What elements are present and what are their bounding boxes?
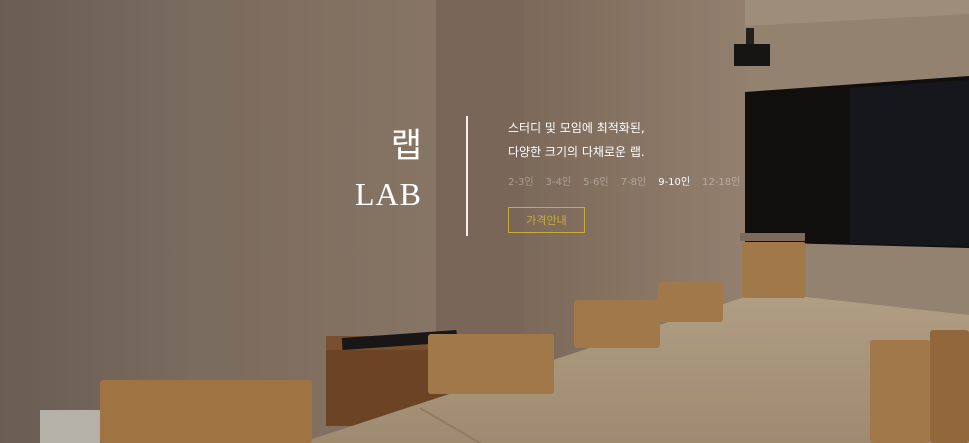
tagline-line-2: 다양한 크기의 다채로운 랩. — [508, 145, 645, 159]
price-info-button[interactable]: 가격안내 — [508, 207, 585, 233]
room-size-tab[interactable]: 7-8인 — [621, 176, 647, 190]
room-size-tab[interactable]: 3-4인 — [546, 176, 572, 190]
room-size-tab[interactable]: 12-18인 — [702, 176, 740, 190]
room-photo — [0, 0, 969, 443]
hero-section: 랩 LAB 스터디 및 모임에 최적화된, 다양한 크기의 다채로운 랩. 2-… — [0, 0, 969, 443]
room-size-tab[interactable]: 2-3인 — [508, 176, 534, 190]
vertical-divider — [466, 116, 468, 236]
room-size-tab[interactable]: 5-6인 — [583, 176, 609, 190]
tagline-line-1: 스터디 및 모임에 최적화된, — [508, 121, 645, 135]
room-size-tabs: 2-3인 3-4인 5-6인 7-8인 9-10인 12-18인 — [508, 176, 740, 190]
section-title-english: LAB — [355, 176, 422, 212]
room-size-tab-active[interactable]: 9-10인 — [658, 176, 690, 190]
section-title-korean: 랩 — [390, 126, 422, 166]
